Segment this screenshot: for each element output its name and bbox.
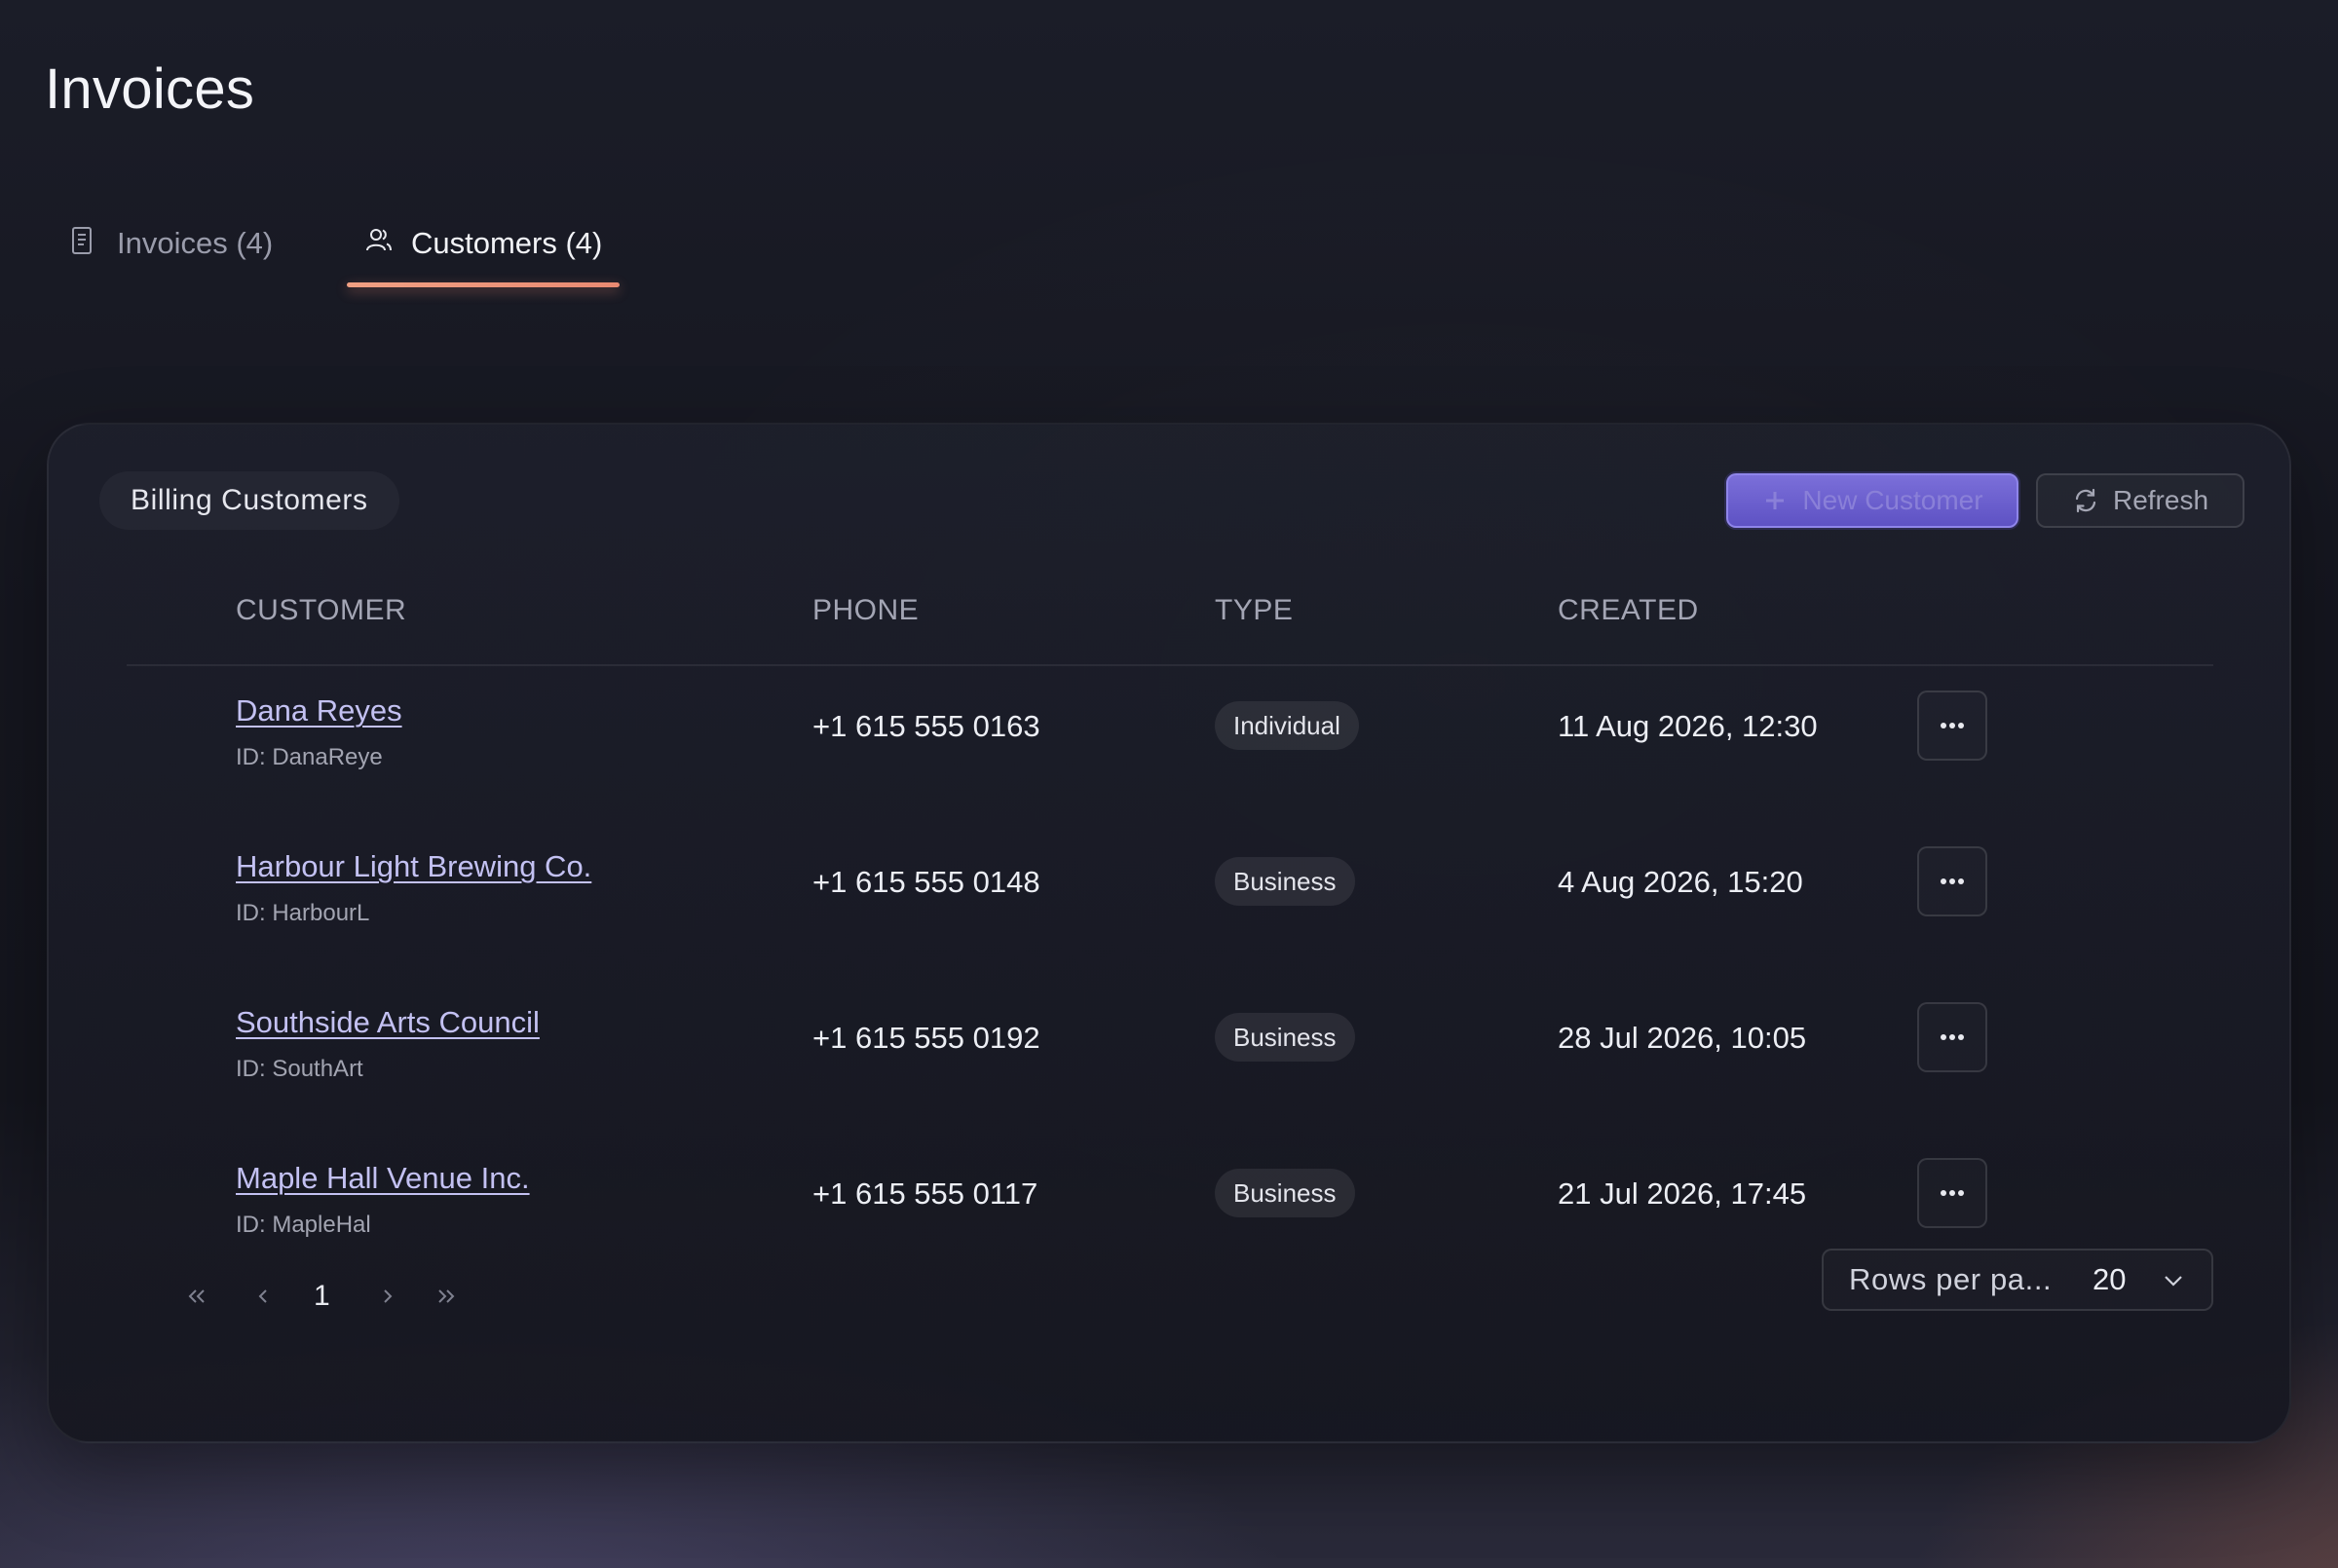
- customer-cell: Maple Hall Venue Inc. ID: MapleHal: [236, 1161, 530, 1239]
- active-tab-indicator: [347, 282, 621, 287]
- more-horizontal-icon: [1941, 1190, 1964, 1196]
- row-actions-button[interactable]: [1917, 846, 1987, 916]
- row-actions-button[interactable]: [1917, 1002, 1987, 1072]
- tab-invoices-label: Invoices (4): [117, 226, 274, 260]
- tab-customers[interactable]: Customers (4): [347, 216, 621, 294]
- customer-name-link[interactable]: Harbour Light Brewing Co.: [236, 849, 591, 884]
- customer-id: ID: MapleHal: [236, 1212, 371, 1238]
- row-actions: [1917, 846, 1987, 916]
- customer-cell: Dana Reyes ID: DanaReye: [236, 693, 402, 771]
- chevrons-right-icon: [438, 1289, 455, 1303]
- table-row: Dana Reyes ID: DanaReye +1 615 555 0163 …: [127, 691, 2213, 849]
- phone-cell: +1 615 555 0192: [812, 1021, 1040, 1055]
- card-title: Billing Customers: [99, 471, 399, 530]
- customer-cell: Harbour Light Brewing Co. ID: HarbourL: [236, 849, 591, 927]
- tab-bar: Invoices (4) Customers (4): [58, 216, 740, 294]
- pagination: 1: [134, 1272, 524, 1321]
- type-cell: Individual: [1215, 701, 1359, 750]
- type-badge: Business: [1215, 857, 1355, 906]
- column-header-type: TYPE: [1215, 594, 1294, 626]
- chevrons-left-icon: [188, 1289, 205, 1303]
- phone-cell: +1 615 555 0117: [812, 1176, 1038, 1211]
- created-cell: 21 Jul 2026, 17:45: [1558, 1176, 1807, 1211]
- chevron-right-icon: [384, 1289, 393, 1303]
- type-badge: Business: [1215, 1013, 1355, 1062]
- customer-id: ID: HarbourL: [236, 900, 370, 926]
- more-horizontal-icon: [1941, 723, 1964, 728]
- page-number-current[interactable]: 1: [314, 1272, 330, 1321]
- previous-page-button[interactable]: [251, 1272, 275, 1321]
- table-row: Southside Arts Council ID: SouthArt +1 6…: [127, 1002, 2213, 1161]
- created-cell: 28 Jul 2026, 10:05: [1558, 1021, 1807, 1055]
- users-icon: [364, 226, 394, 259]
- row-actions: [1917, 1158, 1987, 1228]
- next-page-button[interactable]: [376, 1272, 399, 1321]
- column-header-phone: PHONE: [812, 594, 920, 626]
- plus-icon: [1761, 487, 1789, 514]
- customers-card: Billing Customers New Customer Refresh C…: [47, 423, 2291, 1443]
- customer-id: ID: DanaReye: [236, 744, 383, 770]
- created-cell: 11 Aug 2026, 12:30: [1558, 709, 1818, 743]
- new-customer-label: New Customer: [1802, 485, 1983, 515]
- first-page-button[interactable]: [185, 1272, 208, 1321]
- rows-per-page-value: 20: [2093, 1262, 2127, 1296]
- phone-cell: +1 615 555 0148: [812, 865, 1040, 899]
- row-actions: [1917, 691, 1987, 761]
- phone-cell: +1 615 555 0163: [812, 709, 1040, 743]
- type-badge: Business: [1215, 1169, 1355, 1217]
- refresh-button[interactable]: Refresh: [2036, 473, 2244, 528]
- more-horizontal-icon: [1941, 1034, 1964, 1040]
- type-cell: Business: [1215, 1013, 1355, 1062]
- customer-name-link[interactable]: Southside Arts Council: [236, 1005, 540, 1040]
- row-actions: [1917, 1002, 1987, 1072]
- column-header-customer: CUSTOMER: [236, 594, 407, 626]
- customer-name-link[interactable]: Maple Hall Venue Inc.: [236, 1161, 530, 1196]
- customer-name-link[interactable]: Dana Reyes: [236, 693, 402, 728]
- row-actions-button[interactable]: [1917, 691, 1987, 761]
- customer-cell: Southside Arts Council ID: SouthArt: [236, 1005, 540, 1083]
- created-cell: 4 Aug 2026, 15:20: [1558, 865, 1803, 899]
- rows-per-page-label: Rows per pa...: [1849, 1262, 2053, 1296]
- new-customer-button[interactable]: New Customer: [1726, 473, 2018, 528]
- column-header-created: CREATED: [1558, 594, 1699, 626]
- type-cell: Business: [1215, 1169, 1355, 1217]
- last-page-button[interactable]: [434, 1272, 458, 1321]
- chevron-down-icon: [2161, 1268, 2186, 1298]
- type-cell: Business: [1215, 857, 1355, 906]
- type-badge: Individual: [1215, 701, 1359, 750]
- refresh-icon: [2072, 487, 2099, 514]
- chevron-left-icon: [258, 1289, 267, 1303]
- row-actions-button[interactable]: [1917, 1158, 1987, 1228]
- refresh-label: Refresh: [2112, 485, 2209, 515]
- tab-customers-label: Customers (4): [411, 226, 603, 260]
- customer-id: ID: SouthArt: [236, 1056, 363, 1082]
- document-icon: [70, 226, 99, 259]
- more-horizontal-icon: [1941, 878, 1964, 884]
- rows-per-page-select[interactable]: Rows per pa... 20: [1822, 1249, 2213, 1311]
- table-header: CUSTOMER PHONE TYPE CREATED: [127, 590, 2213, 666]
- page-title: Invoices: [45, 57, 255, 121]
- table-row: Harbour Light Brewing Co. ID: HarbourL +…: [127, 846, 2213, 1005]
- tab-invoices[interactable]: Invoices (4): [70, 216, 273, 294]
